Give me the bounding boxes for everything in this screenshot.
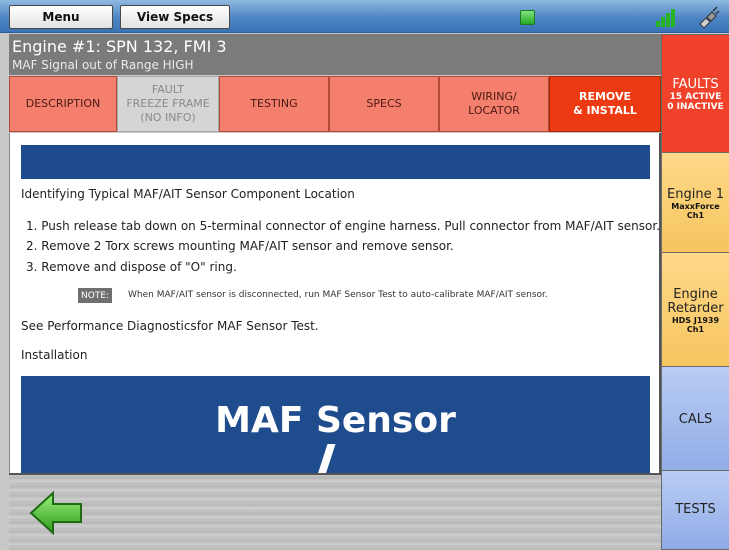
- right-nav: FAULTS 15 ACTIVE 0 INACTIVE Engine 1 Max…: [661, 34, 729, 550]
- bottom-bar: [9, 473, 663, 550]
- see-reference-text: See Performance Diagnosticsfor MAF Senso…: [21, 319, 319, 333]
- tab-testing[interactable]: TESTING: [219, 76, 329, 132]
- fault-tabs: DESCRIPTION FAULT FREEZE FRAME (NO INFO)…: [9, 76, 661, 132]
- tab-label: TESTING: [250, 97, 298, 111]
- cals-label: CALS: [678, 411, 713, 427]
- retarder-channel: Ch1: [686, 325, 705, 335]
- tab-fault-freeze-frame: FAULT FREEZE FRAME (NO INFO): [117, 76, 219, 132]
- tab-description[interactable]: DESCRIPTION: [9, 76, 117, 132]
- maf-sensor-image: MAF Sensor: [21, 376, 650, 473]
- tests-tab[interactable]: TESTS: [661, 470, 729, 550]
- faults-tab[interactable]: FAULTS 15 ACTIVE 0 INACTIVE: [661, 34, 729, 156]
- faults-active-count: 15 ACTIVE: [669, 91, 722, 102]
- retarder-protocol: HDS J1939: [671, 316, 720, 326]
- plug-icon: [699, 6, 720, 28]
- tab-label: FAULT FREEZE FRAME (NO INFO): [126, 83, 210, 124]
- back-arrow-icon[interactable]: [29, 489, 85, 537]
- engine-retarder-tab[interactable]: Engine Retarder HDS J1939 Ch1: [661, 252, 729, 370]
- note-badge: NOTE:: [78, 288, 113, 303]
- tab-label: WIRING/ LOCATOR: [468, 90, 520, 117]
- cals-tab[interactable]: CALS: [661, 366, 729, 474]
- image-pointer-line: [314, 444, 336, 473]
- procedure-step: 2. Remove 2 Torx screws mounting MAF/AIT…: [26, 239, 454, 253]
- top-toolbar: Menu View Specs: [0, 0, 729, 33]
- section-banner: [21, 145, 650, 179]
- tab-remove-install[interactable]: REMOVE & INSTALL: [549, 76, 661, 132]
- fault-subtitle: MAF Signal out of Range HIGH: [12, 58, 194, 72]
- fault-header: Engine #1: SPN 132, FMI 3 MAF Signal out…: [9, 34, 661, 75]
- app-window: Menu View Specs Engine #1: SPN 132, FMI …: [0, 0, 729, 550]
- retarder-label-2: Retarder: [667, 300, 724, 316]
- connection-status-icon: [520, 10, 535, 25]
- engine1-model: MaxxForce: [671, 201, 720, 211]
- engine1-label: Engine 1: [667, 186, 724, 202]
- procedure-step: 3. Remove and dispose of "O" ring.: [26, 260, 237, 274]
- faults-label: FAULTS: [672, 76, 719, 92]
- engine1-channel: Ch1: [686, 211, 705, 221]
- tab-wiring-locator[interactable]: WIRING/ LOCATOR: [439, 76, 549, 132]
- image-title: MAF Sensor: [215, 400, 456, 441]
- retarder-label-1: Engine: [673, 286, 718, 302]
- menu-button[interactable]: Menu: [9, 5, 113, 29]
- tab-label: REMOVE & INSTALL: [573, 90, 637, 117]
- installation-heading: Installation: [21, 348, 88, 362]
- engine1-tab[interactable]: Engine 1 MaxxForce Ch1: [661, 152, 729, 256]
- section-heading: Identifying Typical MAF/AIT Sensor Compo…: [21, 187, 355, 201]
- note-text: When MAF/AIT sensor is disconnected, run…: [128, 290, 548, 300]
- faults-inactive-count: 0 INACTIVE: [667, 102, 724, 113]
- tab-label: SPECS: [366, 97, 402, 111]
- signal-strength-icon: [656, 9, 676, 27]
- tests-label: TESTS: [675, 501, 716, 517]
- tab-label: DESCRIPTION: [25, 97, 101, 111]
- tab-specs[interactable]: SPECS: [329, 76, 439, 132]
- fault-title: Engine #1: SPN 132, FMI 3: [12, 37, 227, 56]
- procedure-content[interactable]: Identifying Typical MAF/AIT Sensor Compo…: [9, 133, 661, 473]
- procedure-step: 1. Push release tab down on 5-terminal c…: [26, 219, 661, 233]
- view-specs-button[interactable]: View Specs: [120, 5, 230, 29]
